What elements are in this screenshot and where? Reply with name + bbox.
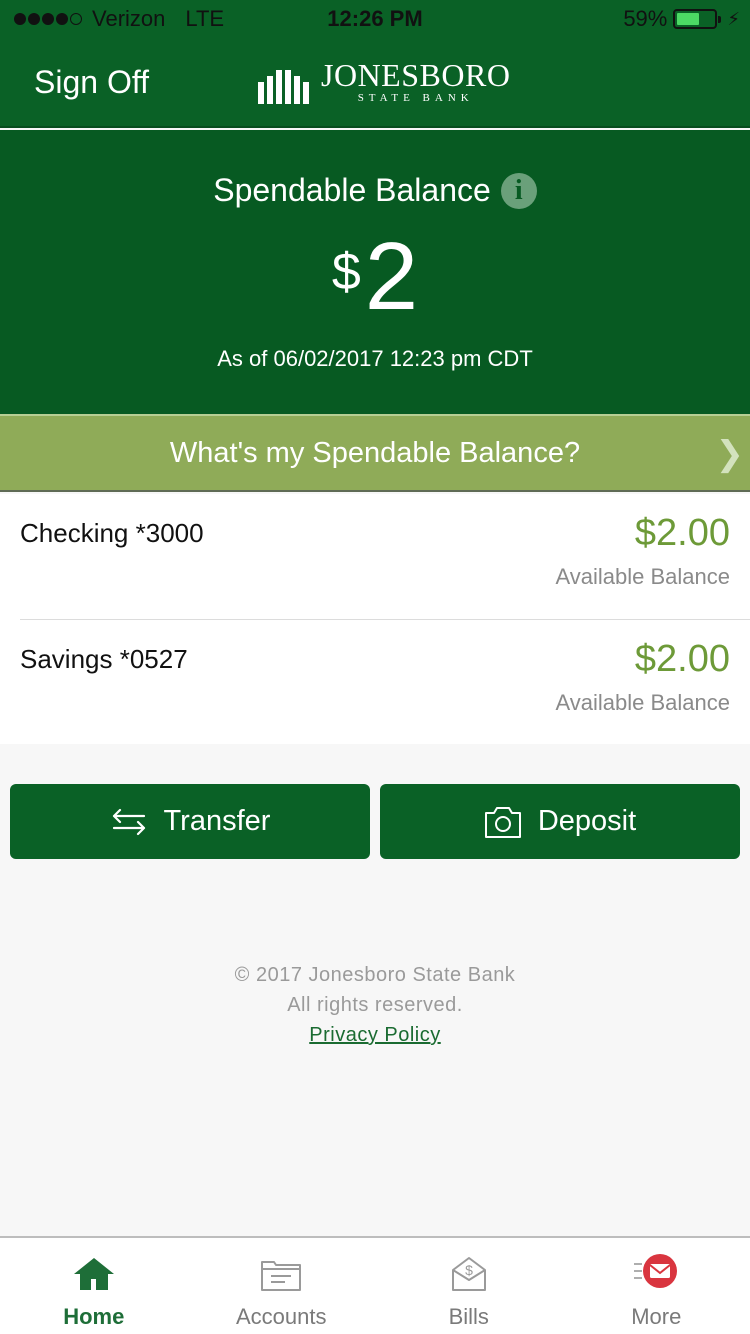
spendable-balance-amount: $ 2 [0, 222, 750, 332]
home-icon [73, 1258, 114, 1290]
tab-home[interactable]: Home [0, 1238, 188, 1334]
tab-bills[interactable]: $ Bills [375, 1238, 563, 1334]
spendable-balance-panel: Spendable Balance i $ 2 As of 06/02/2017… [0, 130, 750, 414]
logo-bar [267, 76, 273, 104]
battery-fill [677, 13, 699, 25]
chevron-right-icon: ❯ [715, 435, 745, 473]
camera-icon [484, 806, 521, 838]
currency-symbol: $ [331, 243, 361, 301]
logo-bar [258, 82, 264, 104]
account-row-checking[interactable]: Checking *3000 $2.00 Available Balance [20, 494, 750, 619]
logo-bar [285, 70, 291, 104]
logo-bar [276, 70, 282, 104]
battery-icon [673, 9, 722, 29]
balance-timestamp: As of 06/02/2017 12:23 pm CDT [217, 346, 533, 371]
tab-label: Bills [448, 1304, 489, 1329]
spendable-balance-title: Spendable Balance [213, 172, 491, 208]
account-name: Checking *3000 [20, 518, 204, 548]
transfer-label: Transfer [163, 805, 271, 837]
status-right: 59% ⚡︎ [623, 6, 740, 32]
logo-name: JONESBORO [321, 57, 511, 93]
battery-percent: 59% [623, 6, 668, 31]
info-icon[interactable]: i [500, 172, 537, 209]
deposit-label: Deposit [537, 805, 637, 837]
logo-bar [294, 76, 300, 104]
logo-bar [303, 82, 309, 104]
lightning-bolt-icon: ⚡︎ [727, 8, 740, 29]
logo-subtitle: STATE BANK [357, 92, 474, 104]
account-name: Savings *0527 [20, 644, 188, 674]
account-balance-label: Available Balance [555, 564, 731, 589]
logo-text: JONESBORO STATE BANK [321, 57, 511, 104]
folder-icon [261, 1261, 302, 1291]
logo-bars-icon [258, 70, 309, 104]
rights-text: All rights reserved. [287, 994, 463, 1016]
transfer-arrows-icon [112, 808, 145, 835]
account-row-savings[interactable]: Savings *0527 $2.00 Available Balance [20, 619, 750, 744]
account-amount: $2.00 [634, 638, 730, 680]
accounts-list: Checking *3000 $2.00 Available Balance S… [0, 494, 750, 744]
bill-envelope-icon: $ [451, 1257, 486, 1291]
account-balance-label: Available Balance [555, 690, 731, 715]
transfer-button[interactable]: Transfer [10, 784, 370, 859]
spendable-link-label: What's my Spendable Balance? [169, 436, 581, 469]
account-amount: $2.00 [634, 512, 730, 554]
sign-off-button[interactable]: Sign Off [34, 64, 149, 101]
battery-tip [718, 16, 722, 23]
tab-label: Accounts [236, 1304, 327, 1329]
nav-header: Sign Off JONESBORO STATE BANK [0, 40, 750, 128]
copyright-text: © 2017 Jonesboro State Bank [234, 964, 516, 986]
tab-label: Home [63, 1304, 125, 1329]
tab-bar: Home Accounts $ Bills More [0, 1236, 750, 1334]
tab-label: More [631, 1304, 682, 1329]
status-bar: Verizon LTE 12:26 PM 59% ⚡︎ [0, 0, 750, 40]
svg-text:$: $ [465, 1262, 473, 1278]
privacy-policy-link[interactable]: Privacy Policy [309, 1024, 440, 1046]
tab-accounts[interactable]: Accounts [188, 1238, 376, 1334]
deposit-button[interactable]: Deposit [380, 784, 740, 859]
whats-my-spendable-balance-link[interactable]: What's my Spendable Balance? ❯ [0, 414, 750, 492]
footer: © 2017 Jonesboro State Bank All rights r… [0, 960, 750, 1050]
more-mail-icon [634, 1254, 678, 1288]
spendable-balance-heading: Spendable Balance i [0, 172, 750, 209]
tab-more[interactable]: More [563, 1238, 750, 1334]
home-screen: Verizon LTE 12:26 PM 59% ⚡︎ Sign Off JON… [0, 0, 750, 1334]
bank-logo: JONESBORO STATE BANK [258, 57, 511, 104]
quick-actions: Transfer Deposit [10, 784, 740, 859]
balance-value: 2 [364, 223, 419, 330]
